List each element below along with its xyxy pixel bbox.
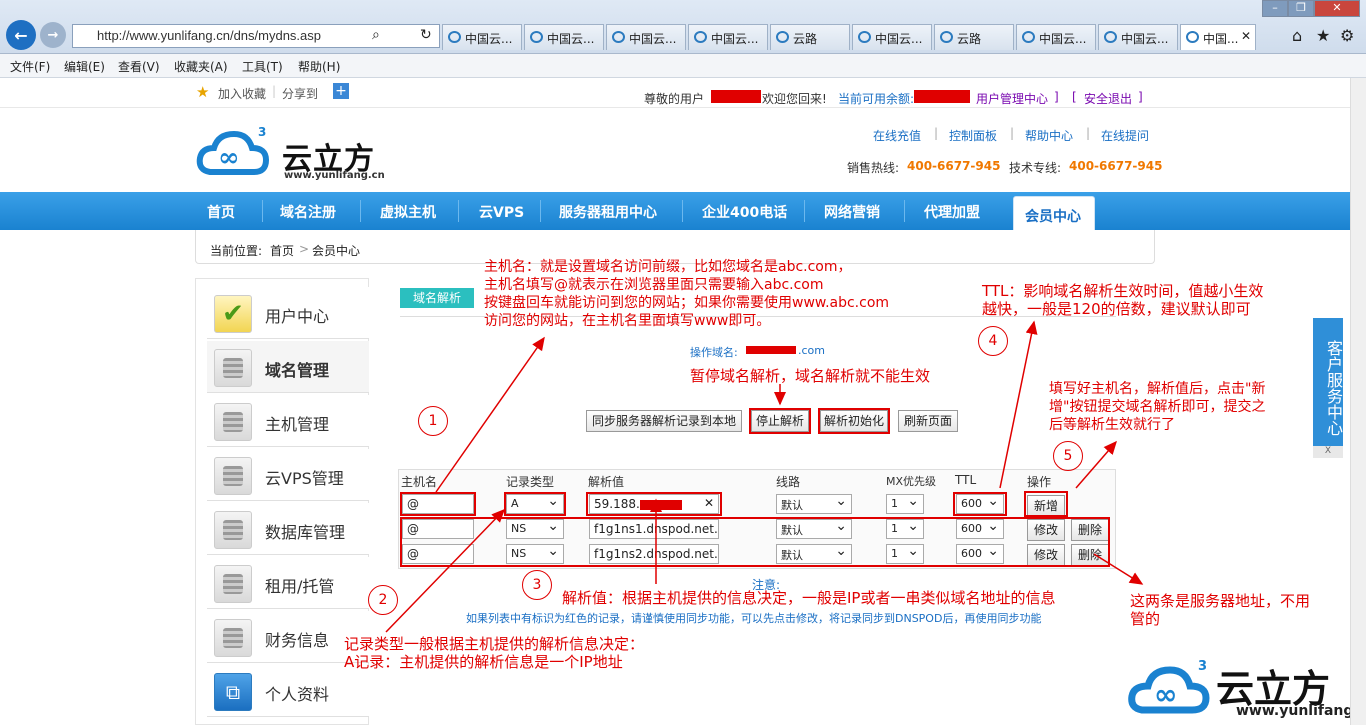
float-close-button[interactable]: X	[1313, 446, 1343, 458]
watermark-logo-icon: ∞ 3	[1128, 658, 1212, 718]
svg-text:3: 3	[1198, 659, 1207, 674]
watermark-url: www.yunlifang.cn	[1236, 703, 1366, 719]
svg-text:∞: ∞	[1154, 678, 1177, 711]
page-scrollbar[interactable]	[1350, 78, 1366, 725]
annotation-arrows	[385, 320, 1144, 633]
customer-service-float[interactable]: 客户服务中心	[1313, 318, 1343, 446]
